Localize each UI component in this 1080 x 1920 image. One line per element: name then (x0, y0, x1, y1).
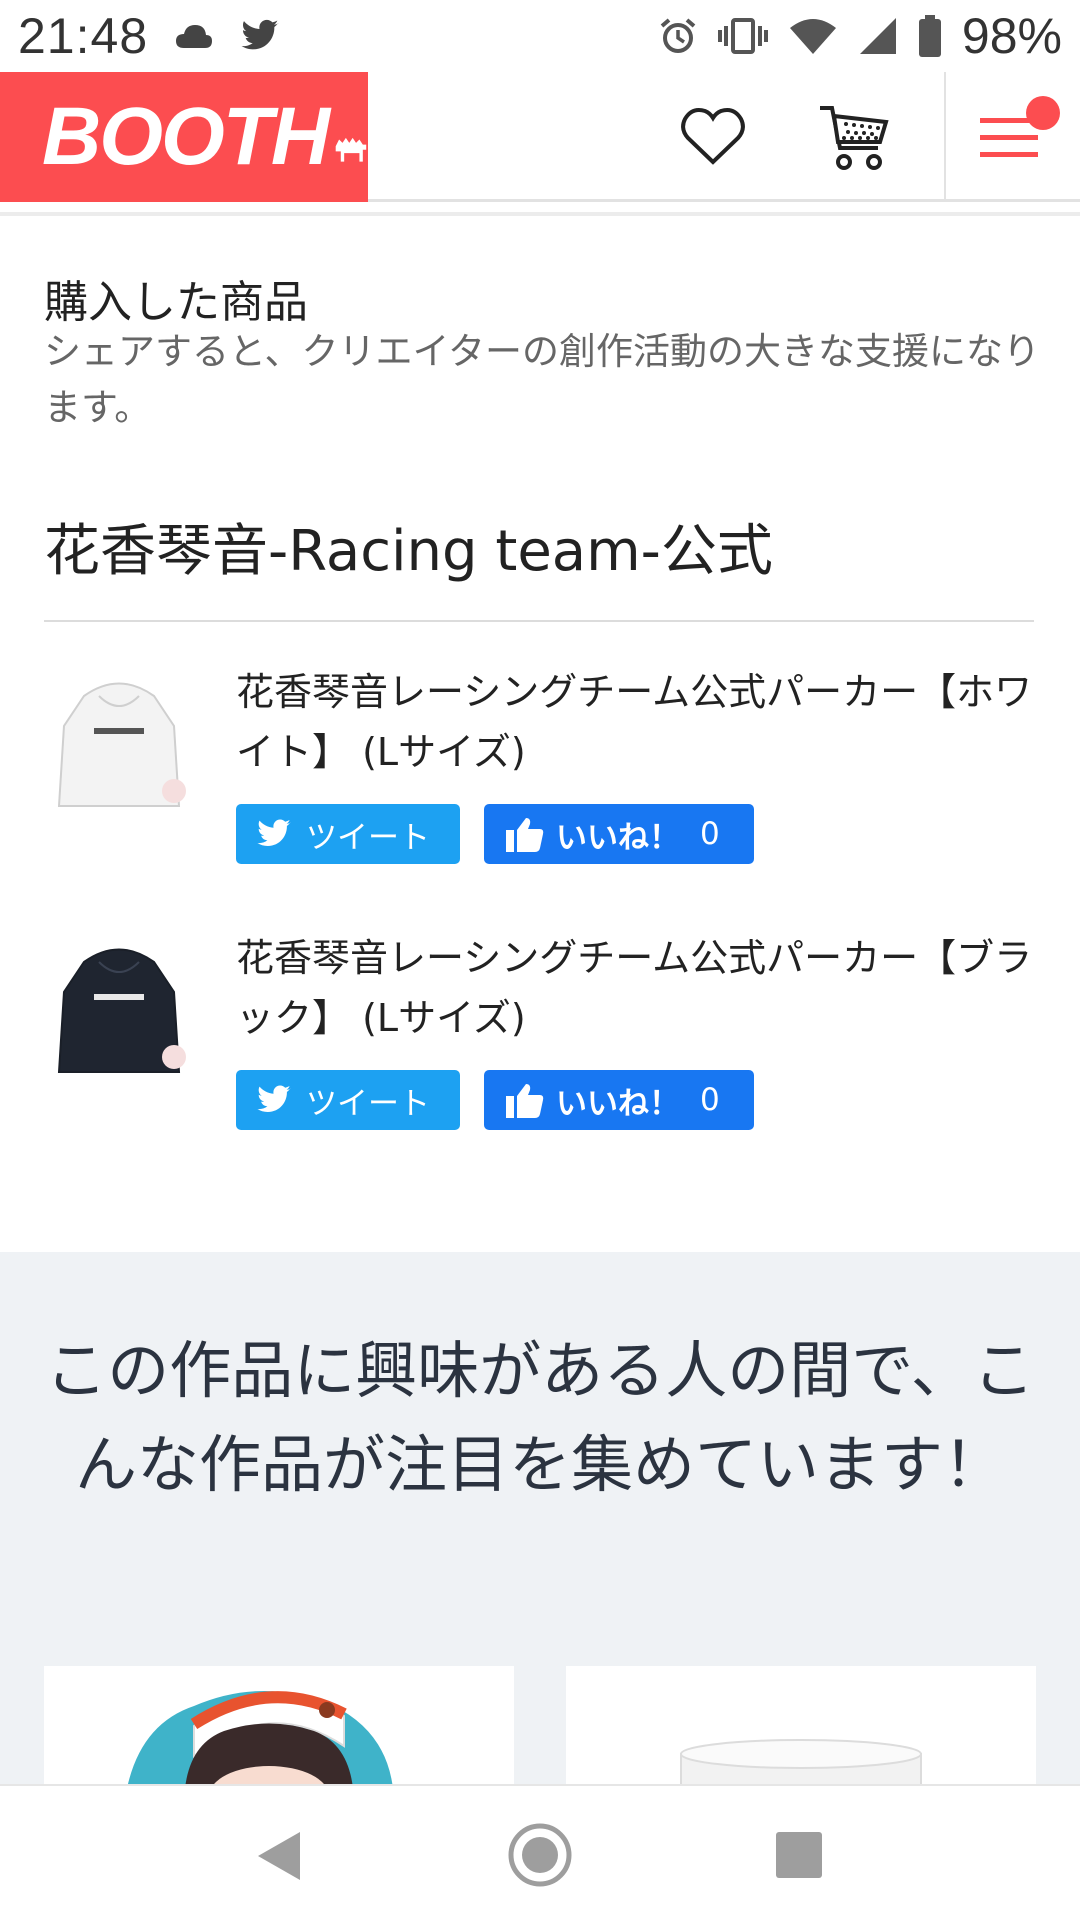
status-bar: 21:48 98% (0, 0, 1080, 72)
battery-percent: 98% (961, 8, 1062, 64)
like-button[interactable]: いいね！ 0 (484, 804, 754, 864)
heart-icon[interactable] (680, 104, 746, 170)
header-shadow (0, 212, 1080, 216)
back-icon[interactable] (254, 1830, 304, 1882)
like-label: いいね！ (556, 1085, 680, 1122)
tweet-label: ツイート (306, 1085, 430, 1122)
status-time: 21:48 (18, 8, 149, 64)
header-divider (944, 72, 946, 202)
like-button[interactable]: いいね！ 0 (484, 1070, 754, 1130)
recents-icon[interactable] (776, 1832, 822, 1878)
thumbs-up-icon (506, 818, 544, 852)
logo-text: BOOTH (42, 91, 330, 182)
site-header: BOOTH (0, 72, 1080, 202)
cloud-icon (176, 25, 213, 48)
purchased-item: 花香琴音レーシングチーム公式パーカー【ホワイト】 (Lサイズ) ツイート いいね… (0, 662, 1080, 902)
purchased-item: 花香琴音レーシングチーム公式パーカー【ブラック】 (Lサイズ) ツイート いいね… (0, 928, 1080, 1168)
like-label: いいね！ (556, 819, 680, 856)
tweet-button[interactable]: ツイート (236, 804, 460, 864)
item-title[interactable]: 花香琴音レーシングチーム公式パーカー【ブラック】 (Lサイズ) (236, 928, 1056, 1048)
wifi-icon (789, 19, 836, 54)
home-icon[interactable] (507, 1822, 573, 1888)
tweet-label: ツイート (306, 819, 430, 856)
shop-name[interactable]: 花香琴音-Racing team-公式 (44, 506, 773, 587)
battery-icon (918, 15, 941, 57)
twitter-icon (241, 19, 279, 50)
like-count: 0 (700, 1082, 720, 1118)
recommendation-section: この作品に興味がある人の間で、こんな作品が注目を集めています！ (0, 1252, 1080, 1806)
like-count: 0 (700, 816, 720, 852)
system-nav-bar (0, 1784, 1080, 1920)
thumbs-up-icon (506, 1084, 544, 1118)
shop-divider (44, 620, 1034, 622)
twitter-icon (257, 819, 291, 846)
recommendation-title: この作品に興味がある人の間で、こんな作品が注目を集めています！ (45, 1334, 1035, 1501)
item-thumbnail-black-hoodie[interactable] (44, 932, 194, 1082)
item-thumbnail-white-hoodie[interactable] (44, 666, 194, 816)
cart-icon[interactable] (818, 102, 890, 172)
purchased-title: 購入した商品 (44, 277, 308, 328)
alarm-icon (660, 18, 696, 53)
notification-dot (1026, 96, 1060, 130)
purchased-subtitle: シェアすると、クリエイターの創作活動の大きな支援になります。 (44, 330, 1041, 429)
signal-icon (859, 18, 896, 54)
camel-icon (335, 137, 367, 162)
booth-logo[interactable]: BOOTH (0, 72, 368, 202)
tweet-button[interactable]: ツイート (236, 1070, 460, 1130)
vibrate-icon (717, 18, 768, 54)
item-title[interactable]: 花香琴音レーシングチーム公式パーカー【ホワイト】 (Lサイズ) (236, 662, 1056, 782)
twitter-icon (257, 1085, 291, 1112)
